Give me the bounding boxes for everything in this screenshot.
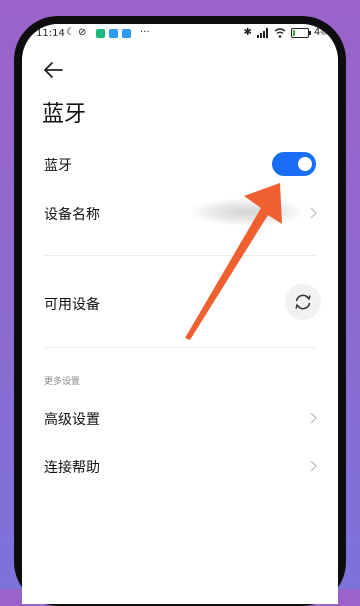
divider xyxy=(44,347,316,348)
device-name-label[interactable]: 设备名称 xyxy=(44,204,100,224)
toggle-knob xyxy=(298,157,312,171)
status-time: 11:14 xyxy=(36,28,65,39)
page-title: 蓝牙 xyxy=(42,102,87,127)
status-bar: 11:14 ☾ ⊘ ··· ✱ 4% xyxy=(22,24,338,44)
refresh-icon xyxy=(295,294,311,310)
status-right: ✱ 4% xyxy=(244,27,326,38)
bluetooth-icon: ✱ xyxy=(243,27,252,38)
bluetooth-label: 蓝牙 xyxy=(44,158,72,174)
screen: 11:14 ☾ ⊘ ··· ✱ 4% 蓝牙 蓝牙 设备名称 可用设备 更多设置 … xyxy=(22,24,338,604)
signal-icon xyxy=(256,27,268,38)
app-notification-icon xyxy=(109,29,118,38)
moon-icon: ☾ xyxy=(66,27,75,38)
battery-text: 4% xyxy=(313,27,326,38)
more-settings-header: 更多设置 xyxy=(44,377,81,387)
refresh-button[interactable] xyxy=(285,284,321,320)
battery-icon xyxy=(290,27,311,38)
app-notification-icon xyxy=(96,29,105,38)
back-arrow-icon[interactable] xyxy=(42,60,66,80)
available-devices-label: 可用设备 xyxy=(44,297,100,313)
more-icon: ··· xyxy=(140,27,150,38)
wifi-icon xyxy=(274,27,286,38)
do-not-disturb-icon: ⊘ xyxy=(78,27,87,38)
bluetooth-toggle[interactable] xyxy=(272,152,316,176)
app-notification-icon xyxy=(122,29,131,38)
divider xyxy=(44,255,316,256)
chevron-right-icon xyxy=(310,460,317,472)
chevron-right-icon xyxy=(310,412,317,424)
connection-help-label[interactable]: 连接帮助 xyxy=(44,457,100,477)
advanced-settings-label[interactable]: 高级设置 xyxy=(44,409,100,429)
device-name-value xyxy=(192,199,302,225)
chevron-right-icon xyxy=(310,207,317,219)
